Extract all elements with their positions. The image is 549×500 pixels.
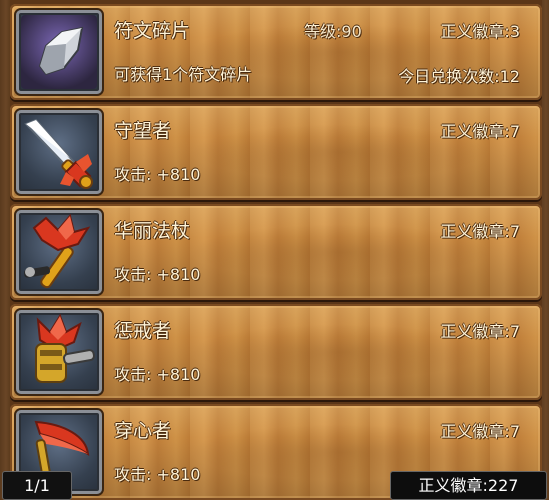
- item-attack: 攻击: +810: [114, 465, 201, 484]
- item-description: 可获得1个符文碎片: [114, 65, 253, 84]
- item-name: 华丽法杖: [114, 220, 191, 242]
- item-cost: 正义徽章:7: [440, 122, 520, 141]
- sword-icon: [16, 110, 102, 194]
- shop-item-row[interactable]: 惩戒者 正义徽章:7 攻击: +810: [10, 304, 542, 400]
- shop-item-row[interactable]: 华丽法杖 正义徽章:7 攻击: +810: [10, 204, 542, 300]
- item-name: 符文碎片: [114, 20, 191, 42]
- staff-icon: [16, 210, 102, 294]
- item-name: 穿心者: [114, 420, 172, 442]
- item-attack: 攻击: +810: [114, 365, 201, 384]
- item-cost: 正义徽章:7: [440, 222, 520, 241]
- item-attack: 攻击: +810: [114, 265, 201, 284]
- item-name: 守望者: [114, 120, 172, 142]
- shop-item-row[interactable]: 符文碎片 等级:90 正义徽章:3 可获得1个符文碎片 今日兑换次数:12: [10, 4, 542, 100]
- item-attack: 攻击: +810: [114, 165, 201, 184]
- rune-shard-icon: [16, 10, 102, 94]
- item-cost: 正义徽章:3: [440, 22, 520, 41]
- item-name: 惩戒者: [114, 320, 172, 342]
- exchange-count: 今日兑换次数:12: [398, 67, 520, 86]
- item-cost: 正义徽章:7: [440, 422, 520, 441]
- shop-item-row[interactable]: 守望者 正义徽章:7 攻击: +810: [10, 104, 542, 200]
- mace-icon: [16, 310, 102, 394]
- page-indicator: 1/1: [2, 471, 72, 500]
- item-cost: 正义徽章:7: [440, 322, 520, 341]
- justice-badge-total: 正义徽章:227: [390, 471, 547, 500]
- item-level: 等级:90: [304, 22, 362, 41]
